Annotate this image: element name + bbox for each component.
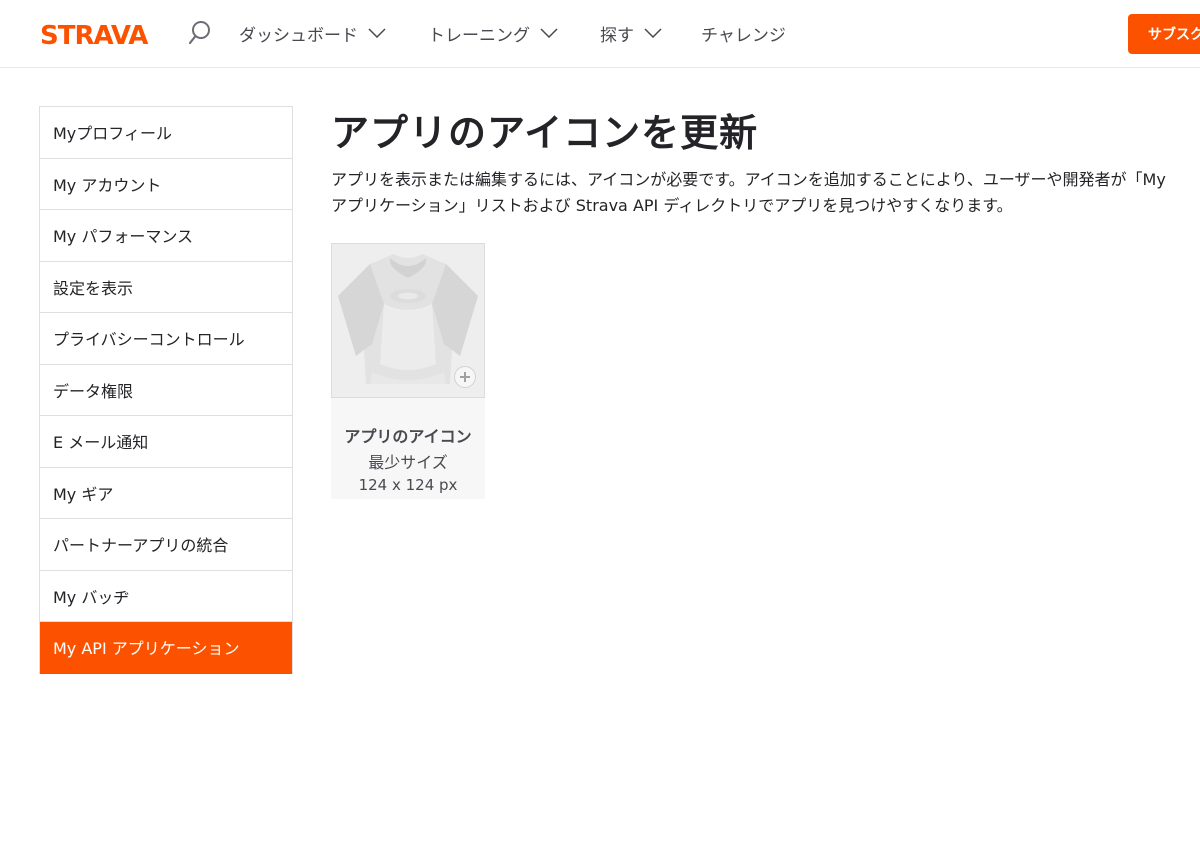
sidebar-item-privacy-controls[interactable]: プライバシーコントロール xyxy=(40,313,292,365)
sidebar-item-label: データ権限 xyxy=(53,381,134,401)
nav-training[interactable]: トレーニング xyxy=(428,0,558,66)
sidebar-item-label: Myプロフィール xyxy=(53,124,172,144)
nav-challenges[interactable]: チャレンジ xyxy=(701,0,786,66)
top-navigation-bar: STRAVA ダッシュボード トレーニング 探す チャレンジ サブスク xyxy=(0,0,1200,68)
strava-logo[interactable]: STRAVA xyxy=(40,19,158,49)
strava-logo-wordmark: STRAVA xyxy=(40,21,149,48)
svg-text:STRAVA: STRAVA xyxy=(40,21,148,48)
sidebar-item-data-permissions[interactable]: データ権限 xyxy=(40,364,292,416)
sidebar-item-label: My アカウント xyxy=(53,175,162,195)
sidebar-item-my-gear[interactable]: My ギア xyxy=(40,467,292,519)
app-icon-card-subtitle: 最少サイズ xyxy=(368,453,448,472)
app-icon-card-title: アプリのアイコン xyxy=(344,427,472,446)
app-icon-card-size: 124 x 124 px xyxy=(358,476,458,494)
chevron-down-icon xyxy=(644,28,662,38)
search-icon[interactable] xyxy=(186,18,214,48)
sidebar-item-partner-apps[interactable]: パートナーアプリの統合 xyxy=(40,519,292,571)
sidebar-item-label: E メール通知 xyxy=(53,433,149,453)
subscribe-button-label: サブスク xyxy=(1148,27,1200,43)
subscribe-button[interactable]: サブスク xyxy=(1128,14,1200,54)
app-icon-placeholder[interactable] xyxy=(331,243,485,398)
sidebar-item-my-badges[interactable]: My バッヂ xyxy=(40,570,292,622)
sidebar-item-my-account[interactable]: My アカウント xyxy=(40,158,292,210)
sidebar-item-label: My API アプリケーション xyxy=(53,639,240,659)
sidebar-item-my-performance[interactable]: My パフォーマンス xyxy=(40,210,292,262)
sidebar-item-label: My パフォーマンス xyxy=(53,227,194,247)
sidebar-item-display-preferences[interactable]: 設定を表示 xyxy=(40,261,292,313)
sidebar-item-label: My ギア xyxy=(53,484,114,504)
chevron-down-icon xyxy=(368,28,386,38)
page-title: アプリのアイコンを更新 xyxy=(331,111,759,155)
page-description: アプリを表示または編集するには、アイコンが必要です。アイコンを追加することにより… xyxy=(331,170,1166,215)
sidebar-item-label: 設定を表示 xyxy=(53,278,134,298)
sidebar-item-my-profile[interactable]: Myプロフィール xyxy=(40,107,292,159)
sidebar-item-label: My バッヂ xyxy=(53,587,130,607)
settings-sidebar: Myプロフィール My アカウント My パフォーマンス 設定を表示 プライバシ… xyxy=(39,106,293,674)
nav-challenges-label: チャレンジ xyxy=(701,25,786,46)
sidebar-item-label: パートナーアプリの統合 xyxy=(53,536,229,556)
chevron-down-icon xyxy=(540,28,558,38)
add-icon[interactable] xyxy=(454,366,476,388)
sidebar-item-email-notifications[interactable]: E メール通知 xyxy=(40,416,292,468)
nav-dashboard-label: ダッシュボード xyxy=(239,25,358,46)
sidebar-item-my-api-application[interactable]: My API アプリケーション xyxy=(40,622,292,674)
nav-explore-label: 探す xyxy=(600,25,634,46)
nav-training-label: トレーニング xyxy=(428,25,530,46)
nav-dashboard[interactable]: ダッシュボード xyxy=(239,0,386,66)
sidebar-item-label: プライバシーコントロール xyxy=(53,330,245,350)
nav-explore[interactable]: 探す xyxy=(600,0,662,66)
